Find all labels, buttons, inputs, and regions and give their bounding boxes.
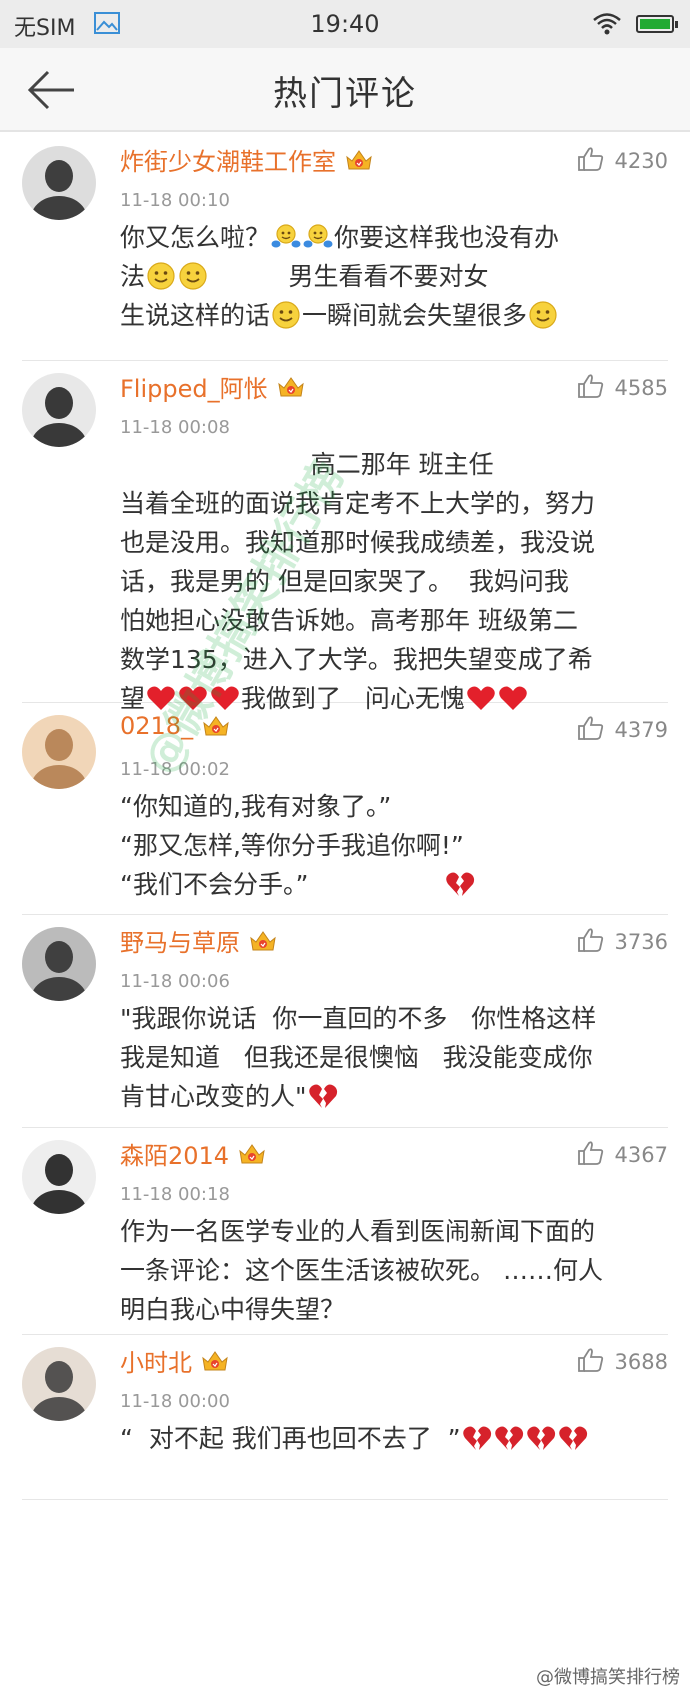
status-bar: 无SIM 19:40 bbox=[0, 0, 690, 48]
like-button[interactable]: 3688 bbox=[577, 1347, 668, 1377]
username[interactable]: 小时北 bbox=[120, 1343, 192, 1378]
timestamp: 11-18 00:10 bbox=[120, 190, 230, 211]
like-button[interactable]: 3736 bbox=[577, 927, 668, 957]
comment-item: 小时北 11-18 00:00 3688 “ 对不起 我们再也回不去了 ” bbox=[22, 1335, 668, 1500]
comment-text-line: “你知道的,我有对象了。” bbox=[120, 792, 392, 821]
username[interactable]: Flipped_阿怅 bbox=[120, 369, 268, 404]
like-count: 4230 bbox=[614, 149, 668, 173]
username[interactable]: 野马与草原 bbox=[120, 923, 240, 958]
vip-crown-icon bbox=[276, 372, 306, 402]
vip-crown-icon bbox=[237, 1139, 267, 1169]
comment-text: “ 对不起 我们再也回不去了 ” bbox=[120, 1419, 668, 1458]
comment-item: 0218_ 11-18 00:02 4379 “你知道的,我有对象了。” “那又怎样,等… bbox=[22, 703, 668, 915]
avatar[interactable] bbox=[22, 146, 96, 220]
page-title: 热门评论 bbox=[273, 74, 417, 114]
hug-emoji-icon bbox=[271, 222, 301, 252]
username-row: Flipped_阿怅 bbox=[120, 369, 306, 404]
wifi-icon bbox=[592, 12, 622, 40]
comment-item: 森陌2014 11-18 00:18 4367 作为一名医学专业的人看到医闹新闻下面的… bbox=[22, 1128, 668, 1335]
timestamp: 11-18 00:06 bbox=[120, 971, 230, 992]
like-button[interactable]: 4585 bbox=[577, 373, 668, 403]
avatar[interactable] bbox=[22, 373, 96, 447]
vip-crown-icon bbox=[344, 145, 374, 175]
vip-crown-icon bbox=[200, 1346, 230, 1376]
thumbs-up-icon bbox=[577, 1347, 605, 1377]
broken-emoji-icon bbox=[526, 1423, 556, 1453]
broken-emoji-icon bbox=[445, 869, 475, 899]
comment-text-line: 也是没用。我知道那时候我成绩差，我没说 bbox=[120, 528, 596, 557]
timestamp: 11-18 00:00 bbox=[120, 1391, 230, 1412]
timestamp: 11-18 00:08 bbox=[120, 417, 230, 438]
comment-text-line: 你又怎么啦？ 你要这样我也没有办 bbox=[120, 222, 560, 252]
smile-emoji-icon bbox=[146, 261, 176, 291]
username-row: 森陌2014 bbox=[120, 1136, 267, 1171]
smile-emoji-icon bbox=[178, 261, 208, 291]
smile-emoji-icon bbox=[528, 300, 558, 330]
battery-icon bbox=[636, 15, 678, 33]
hug-emoji-icon bbox=[303, 222, 333, 252]
avatar[interactable] bbox=[22, 927, 96, 1001]
comment-item: 野马与草原 11-18 00:06 3736 "我跟你说话 你一直回的不多 你性格这样… bbox=[22, 915, 668, 1128]
comment-text: 作为一名医学专业的人看到医闹新闻下面的 一条评论：这个医生活该被砍死。 ……何人明… bbox=[120, 1212, 668, 1329]
broken-emoji-icon bbox=[462, 1423, 492, 1453]
comment-text-line: 当着全班的面说我肯定考不上大学的，努力 bbox=[120, 489, 596, 518]
comment-text-line: 明白我心中得失望？ bbox=[120, 1295, 346, 1324]
comment-text-line: 生说这样的话 一瞬间就会失望很多 bbox=[120, 296, 668, 335]
comment-item: 炸街少女潮鞋工作室 11-18 00:10 4230 你又怎么啦？ 你要这样我也没有办法… bbox=[22, 134, 668, 361]
like-button[interactable]: 4230 bbox=[577, 146, 668, 176]
broken-emoji-icon bbox=[494, 1423, 524, 1453]
smile-emoji-icon bbox=[271, 300, 301, 330]
like-count: 3736 bbox=[614, 930, 668, 954]
username[interactable]: 炸街少女潮鞋工作室 bbox=[120, 142, 336, 177]
like-count: 4585 bbox=[614, 376, 668, 400]
like-count: 3688 bbox=[614, 1350, 668, 1374]
comment-list: 炸街少女潮鞋工作室 11-18 00:10 4230 你又怎么啦？ 你要这样我也没有办法… bbox=[0, 134, 690, 1500]
comment-item: Flipped_阿怅 11-18 00:08 4585 高二那年 班主任当着全班的面… bbox=[22, 361, 668, 713]
like-button[interactable]: 4367 bbox=[577, 1140, 668, 1170]
header-bar: 热门评论 bbox=[0, 48, 690, 132]
footer-credit: @微博搞笑排行榜 bbox=[536, 1667, 680, 1688]
broken-emoji-icon bbox=[558, 1423, 588, 1453]
comment-text-line: 我是知道 但我还是很懊恼 我没能变成你 bbox=[120, 1043, 593, 1072]
like-count: 4379 bbox=[614, 718, 668, 742]
username-row: 炸街少女潮鞋工作室 bbox=[120, 142, 374, 177]
comment-text-line: 高二那年 班主任 bbox=[120, 450, 494, 479]
thumbs-up-icon bbox=[577, 146, 605, 176]
thumbs-up-icon bbox=[577, 927, 605, 957]
thumbs-up-icon bbox=[577, 1140, 605, 1170]
comment-text: "我跟你说话 你一直回的不多 你性格这样 我是知道 但我还是很懊恼 我没能变成你肯… bbox=[120, 999, 668, 1116]
broken-emoji-icon bbox=[308, 1081, 338, 1111]
avatar[interactable] bbox=[22, 1140, 96, 1214]
comment-text-line: 一条评论：这个医生活该被砍死。 ……何人 bbox=[120, 1256, 603, 1285]
comment-text-line: “那又怎样,等你分手我追你啊!” bbox=[120, 831, 464, 860]
vip-crown-icon bbox=[248, 926, 278, 956]
comment-text-line: “我们不会分手。” bbox=[120, 865, 668, 904]
like-count: 4367 bbox=[614, 1143, 668, 1167]
avatar[interactable] bbox=[22, 715, 96, 789]
comment-text: 你又怎么啦？ 你要这样我也没有办法 男生看看不要对女生说这样的话 一瞬间就会失望很多 bbox=[120, 218, 668, 335]
comment-text-line: 法 男生看看不要对女 bbox=[120, 261, 489, 291]
username-row: 野马与草原 bbox=[120, 923, 278, 958]
username[interactable]: 森陌2014 bbox=[120, 1136, 229, 1171]
comment-text-line: 肯甘心改变的人" bbox=[120, 1077, 668, 1116]
username-row: 小时北 bbox=[120, 1343, 230, 1378]
comment-text: “你知道的,我有对象了。” “那又怎样,等你分手我追你啊!” “我们不会分手。” bbox=[120, 787, 668, 904]
timestamp: 11-18 00:18 bbox=[120, 1184, 230, 1205]
comment-text-line: “ 对不起 我们再也回不去了 ” bbox=[120, 1419, 668, 1458]
comment-text-line: "我跟你说话 你一直回的不多 你性格这样 bbox=[120, 1004, 597, 1033]
thumbs-up-icon bbox=[577, 715, 605, 745]
avatar[interactable] bbox=[22, 1347, 96, 1421]
comment-text-line: 话，我是男的 但是回家哭了。 我妈问我 bbox=[120, 567, 569, 596]
like-button[interactable]: 4379 bbox=[577, 715, 668, 745]
comment-text-line: 作为一名医学专业的人看到医闹新闻下面的 bbox=[120, 1217, 596, 1246]
thumbs-up-icon bbox=[577, 373, 605, 403]
clock: 19:40 bbox=[310, 10, 380, 38]
